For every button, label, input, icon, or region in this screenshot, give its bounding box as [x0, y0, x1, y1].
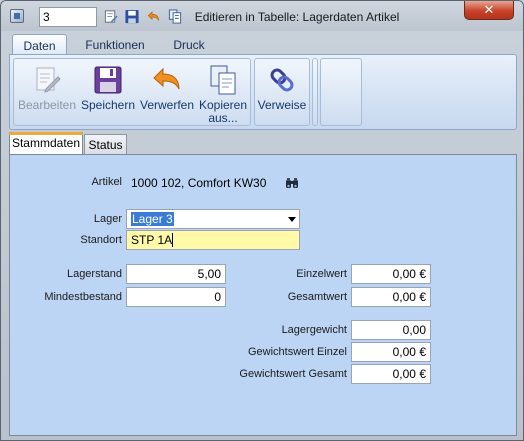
einzelwert-value: 0,00 €	[392, 267, 426, 281]
chevron-down-icon[interactable]	[288, 217, 296, 222]
artikel-value: 1000 102, Comfort KW30	[131, 176, 267, 190]
save-button[interactable]: Speichern	[78, 59, 138, 125]
lager-select[interactable]: Lager 3	[126, 209, 300, 229]
stammdaten-panel: Artikel 1000 102, Comfort KW30 Lager Lag…	[9, 154, 517, 436]
copy-icon	[210, 65, 236, 95]
gesamtwert-value: 0,00 €	[392, 290, 426, 304]
references-button[interactable]: Verweise	[255, 59, 309, 125]
copy-from-label-line2: aus...	[208, 111, 238, 125]
ribbon: Bearbeiten Speichern Verwerfen Kopieren …	[9, 54, 517, 130]
save-button-label: Speichern	[80, 98, 136, 112]
undo-icon	[153, 67, 180, 90]
tab-status[interactable]: Status	[84, 134, 127, 154]
ribbon-group-record: Bearbeiten Speichern Verwerfen Kopieren …	[13, 58, 251, 126]
close-icon: ✕	[483, 2, 495, 17]
gesamtwert-input[interactable]: 0,00 €	[351, 287, 431, 307]
edit-icon	[36, 67, 61, 93]
lager-value: Lager 3	[131, 212, 174, 226]
einzelwert-label: Einzelwert	[296, 268, 347, 280]
lager-label: Lager	[93, 213, 122, 225]
discard-button-label: Verwerfen	[139, 98, 195, 112]
artikel-field[interactable]: 1000 102, Comfort KW30	[126, 173, 300, 193]
gewichtswert-gesamt-value: 0,00 €	[392, 367, 426, 381]
tab-stammdaten[interactable]: Stammdaten	[9, 132, 83, 154]
references-button-label: Verweise	[257, 98, 307, 112]
window-title: Editieren in Tabelle: Lagerdaten Artikel	[194, 10, 400, 24]
artikel-label: Artikel	[91, 176, 122, 188]
binoculars-icon[interactable]	[285, 177, 299, 189]
gewichtswert-einzel-value: 0,00 €	[392, 345, 426, 359]
edit-button-label: Bearbeiten	[17, 98, 77, 112]
discard-button[interactable]: Verwerfen	[138, 59, 196, 125]
copy-from-label-line1: Kopieren	[198, 98, 248, 112]
gewichtswert-gesamt-input[interactable]: 0,00 €	[351, 364, 431, 384]
save-icon	[94, 66, 122, 94]
tab-druck[interactable]: Druck	[163, 34, 215, 54]
einzelwert-input[interactable]: 0,00 €	[351, 264, 431, 284]
copy-from-button-label: Kopieren aus...	[196, 99, 250, 125]
standort-label: Standort	[80, 234, 122, 246]
mindestbestand-label: Mindestbestand	[44, 291, 122, 303]
gesamtwert-label: Gesamtwert	[287, 291, 347, 303]
gewichtswert-einzel-input[interactable]: 0,00 €	[351, 342, 431, 362]
standort-value: STP 1A	[131, 233, 173, 247]
copy-from-button[interactable]: Kopieren aus...	[196, 59, 250, 125]
ribbon-separator	[312, 58, 318, 126]
lagerstand-label: Lagerstand	[66, 268, 122, 280]
ribbon-group-empty	[320, 58, 362, 126]
ribbon-tabs: Daten Funktionen Druck	[9, 32, 517, 54]
tab-funktionen[interactable]: Funktionen	[75, 34, 155, 54]
gewichtswert-gesamt-label: Gewichtswert Gesamt	[239, 368, 347, 380]
ribbon-group-references: Verweise	[254, 58, 310, 126]
edit-button[interactable]: Bearbeiten	[16, 59, 78, 125]
lagergewicht-input[interactable]: 0,00	[351, 320, 431, 340]
link-icon	[270, 68, 294, 92]
tab-daten[interactable]: Daten	[12, 34, 67, 54]
close-button[interactable]: ✕	[464, 1, 514, 20]
title-bar: Editieren in Tabelle: Lagerdaten Artikel…	[1, 1, 523, 31]
lagergewicht-value: 0,00	[402, 323, 426, 337]
standort-input[interactable]: STP 1A	[126, 230, 300, 250]
content-tabs: Stammdaten Status	[9, 132, 517, 154]
lagergewicht-label: Lagergewicht	[281, 324, 347, 336]
editor-window: Editieren in Tabelle: Lagerdaten Artikel…	[0, 0, 524, 441]
gewichtswert-einzel-label: Gewichtswert Einzel	[247, 346, 347, 358]
text-cursor	[172, 233, 174, 247]
